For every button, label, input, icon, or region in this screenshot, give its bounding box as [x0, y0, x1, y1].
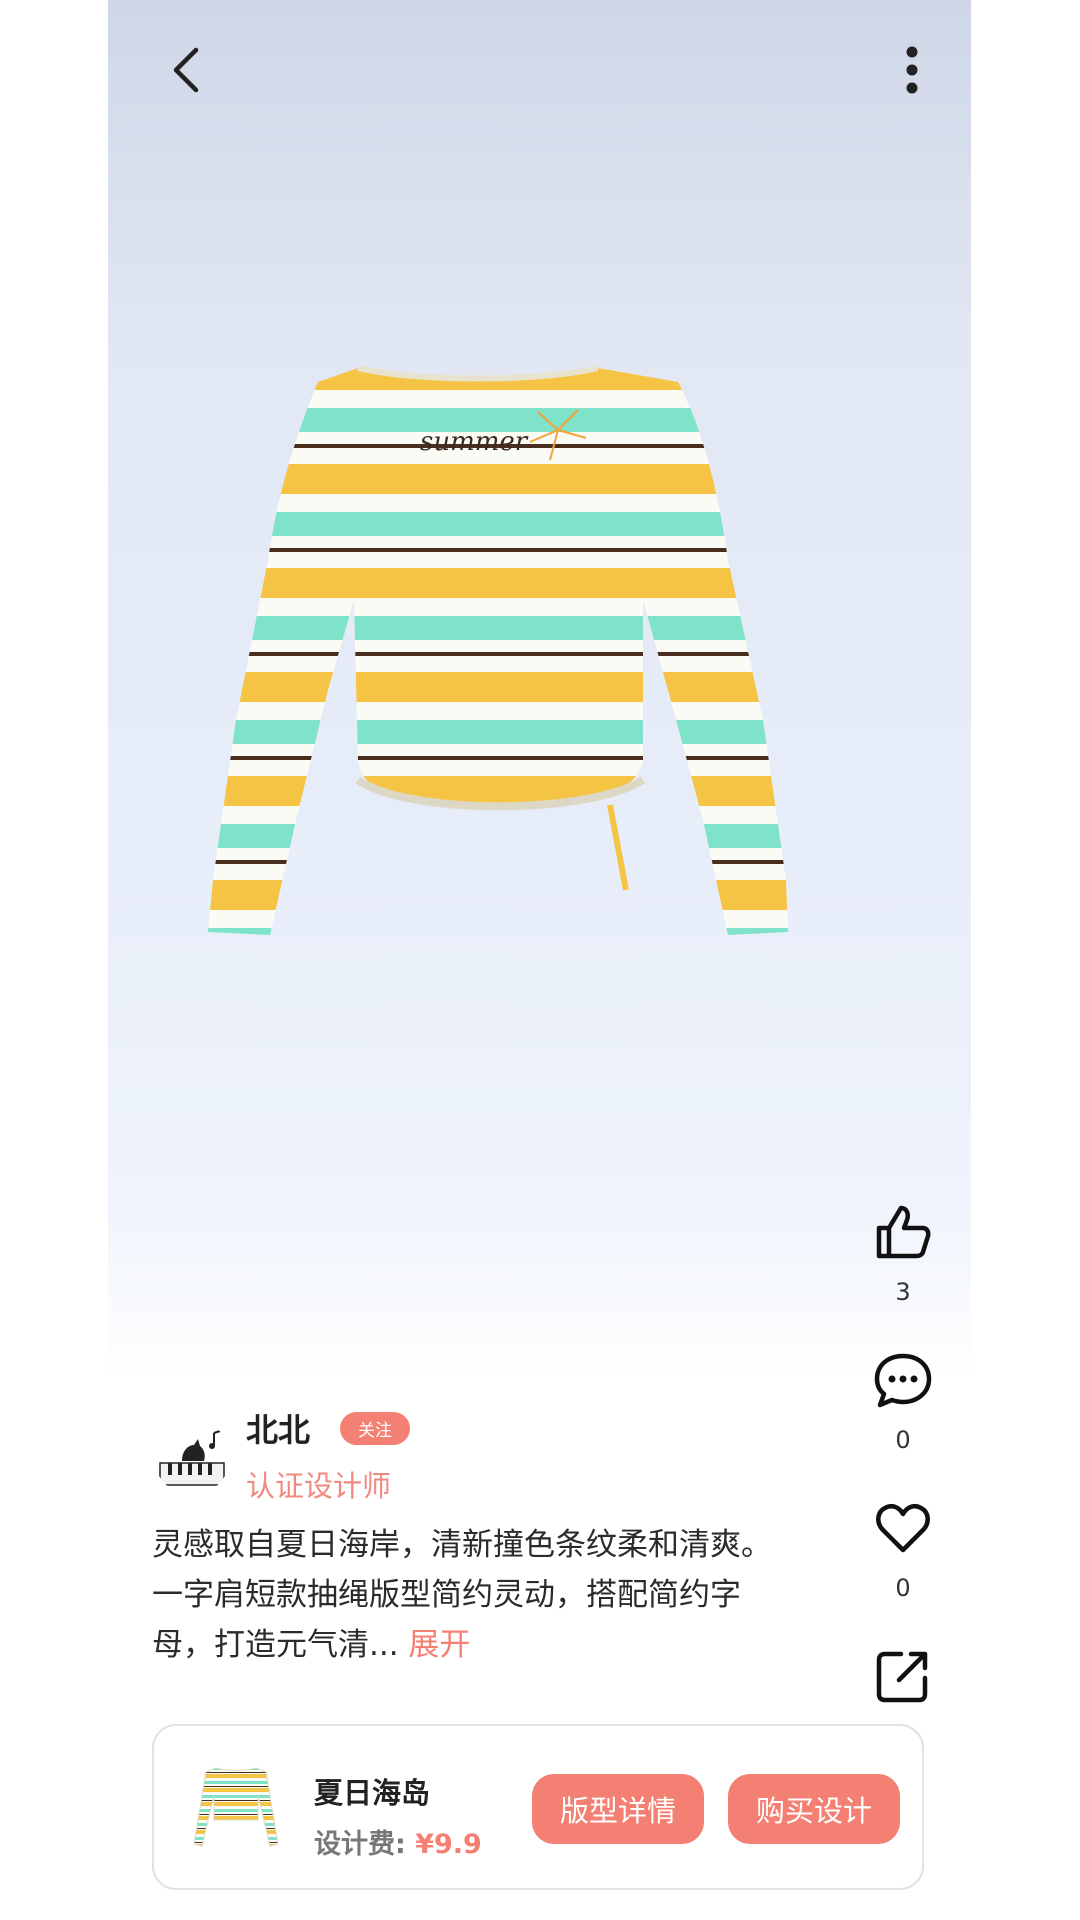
product-thumbnail [188, 1760, 284, 1856]
thumbs-up-icon [876, 1205, 931, 1259]
product-title: 夏日海岛 [314, 1776, 431, 1810]
author-name[interactable]: 北北 [246, 1405, 310, 1451]
like-button[interactable]: 3 [863, 1200, 943, 1348]
price-value: ¥9.9 [415, 1829, 482, 1860]
favorite-count: 0 [895, 1574, 911, 1602]
product-info: 夏日海岛 设计费: ¥9.9 [314, 1770, 482, 1861]
comment-count: 0 [895, 1426, 911, 1454]
author-info: 北北 关注 认证设计师 [154, 1405, 411, 1505]
heart-icon [876, 1504, 930, 1553]
author-name-row: 北北 关注 [246, 1405, 411, 1451]
author-meta: 北北 关注 认证设计师 [246, 1405, 411, 1505]
back-button[interactable] [158, 40, 218, 100]
svg-text:summer: summer [420, 427, 529, 457]
price-label: 设计费: [314, 1829, 406, 1860]
favorite-button[interactable]: 0 [863, 1496, 943, 1644]
more-button[interactable] [887, 40, 937, 100]
price-row: 设计费: ¥9.9 [314, 1822, 482, 1861]
side-action-bar: 3 0 0 [863, 1200, 943, 1792]
avatar[interactable] [154, 1419, 230, 1495]
share-icon [876, 1651, 928, 1703]
chevron-left-icon [173, 47, 199, 93]
screen: summer 3 0 0 北北 关注 认证设计师 灵感取自夏日海岸，清新撞色条纹… [0, 0, 1080, 1920]
avatar-image [154, 1419, 230, 1495]
follow-button[interactable]: 关注 [340, 1411, 411, 1445]
sweater-thumbnail-image [193, 1767, 279, 1847]
striped-sweater-image: summer [208, 365, 788, 935]
author-certification: 认证设计师 [246, 1469, 392, 1503]
design-description: 灵感取自夏日海岸，清新撞色条纹柔和清爽。一字肩短款抽绳版型简约灵动，搭配简约字母… [152, 1520, 772, 1670]
comment-bubble-icon [874, 1353, 932, 1408]
comment-button[interactable]: 0 [863, 1348, 943, 1496]
pattern-details-button[interactable]: 版型详情 [532, 1774, 704, 1844]
like-count: 3 [895, 1278, 911, 1306]
product-card[interactable]: 夏日海岛 设计费: ¥9.9 版型详情 购买设计 [152, 1724, 924, 1890]
buy-design-button[interactable]: 购买设计 [728, 1774, 900, 1844]
product-3d-preview[interactable]: summer [158, 360, 888, 1080]
vertical-ellipsis-icon [906, 46, 918, 94]
expand-link[interactable]: 展开 [408, 1627, 470, 1663]
app-viewport: summer 3 0 0 北北 关注 认证设计师 灵感取自夏日海岸，清新撞色条纹… [108, 0, 971, 1920]
